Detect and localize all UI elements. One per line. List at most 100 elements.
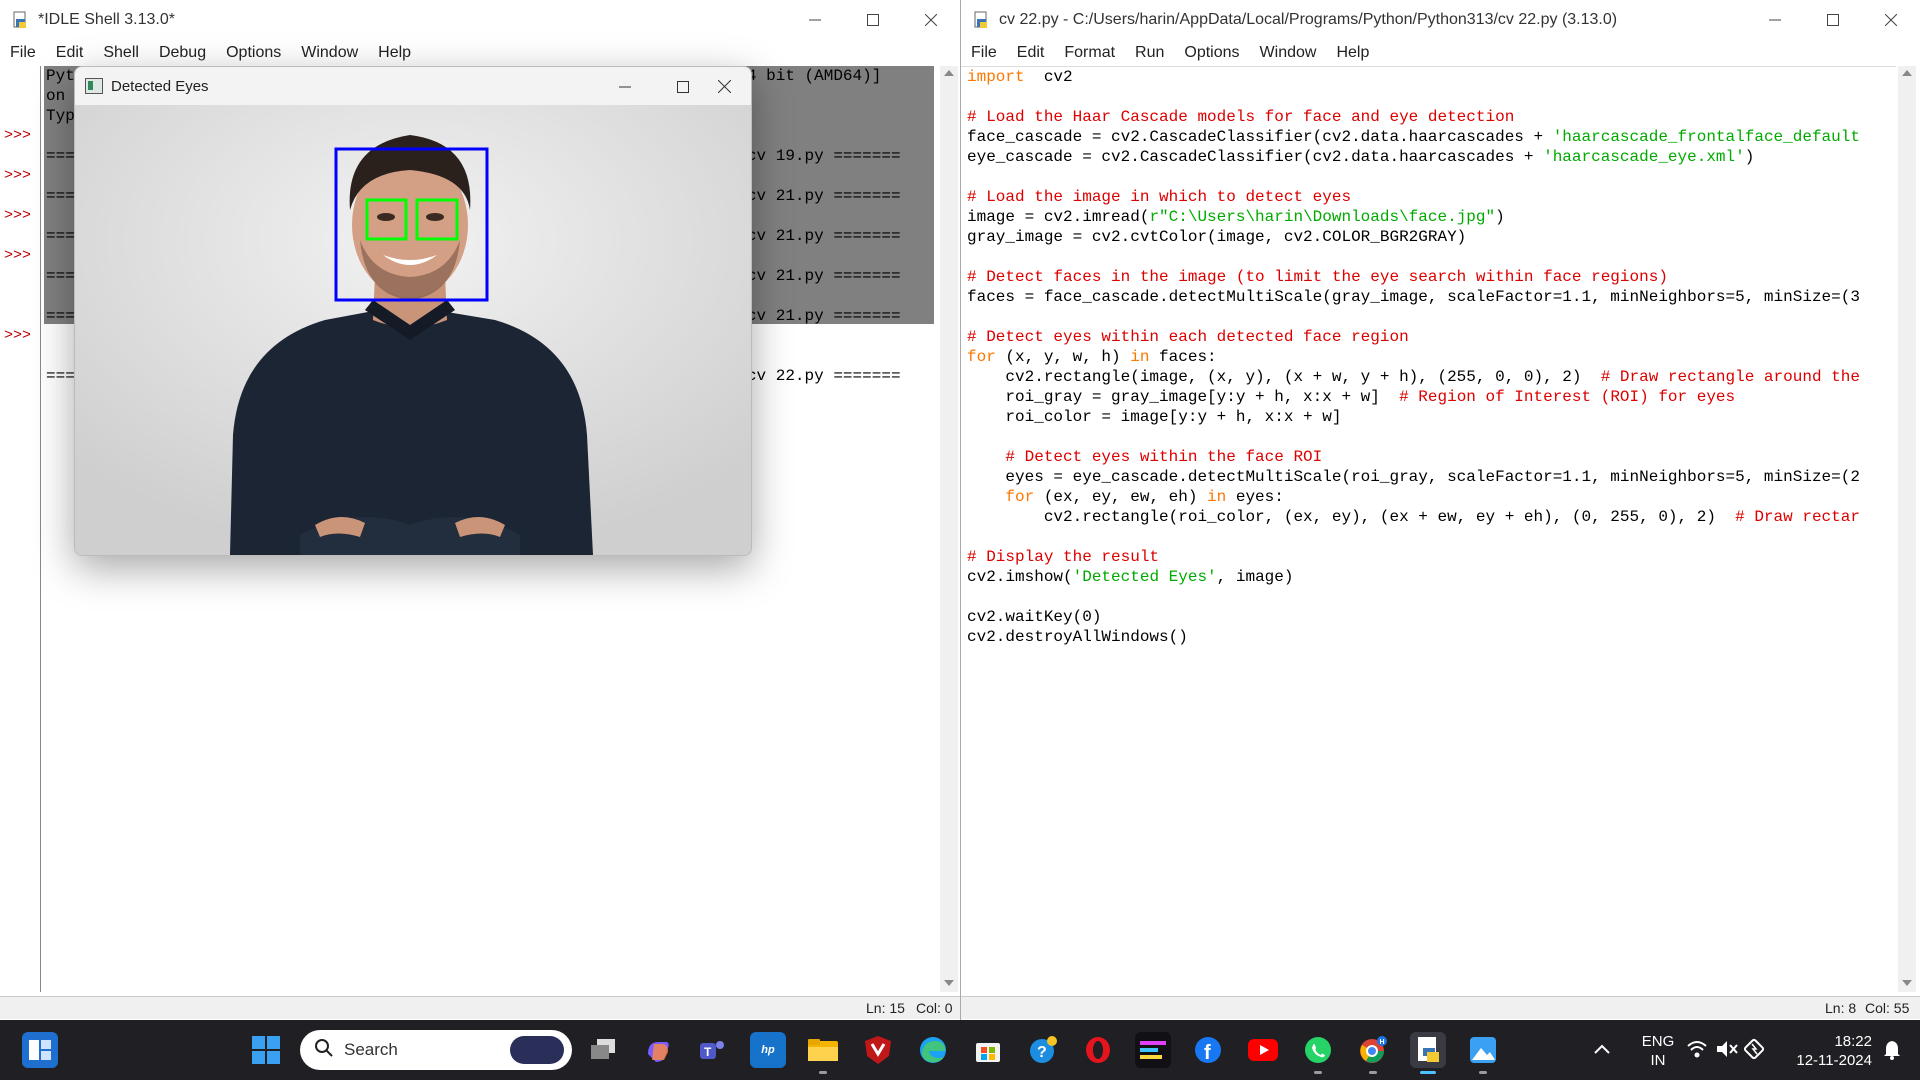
- opera-icon[interactable]: [1080, 1032, 1116, 1068]
- menu-help[interactable]: Help: [1326, 44, 1379, 62]
- prompt: >>>: [4, 247, 32, 264]
- code-line: # Detect eyes within the face ROI: [967, 447, 1860, 467]
- shell-titlebar[interactable]: *IDLE Shell 3.13.0*: [0, 0, 960, 40]
- prompt-gutter: >>> >>> >>> >>> >>>: [0, 66, 41, 992]
- file-explorer-icon[interactable]: [805, 1032, 841, 1074]
- menu-shell[interactable]: Shell: [93, 44, 149, 62]
- menu-window[interactable]: Window: [291, 44, 368, 62]
- facebook-icon[interactable]: f: [1190, 1032, 1226, 1068]
- close-button[interactable]: [902, 0, 960, 40]
- shell-menubar: File Edit Shell Debug Options Window Hel…: [0, 40, 960, 66]
- maximize-button[interactable]: [1804, 0, 1862, 40]
- code-token: roi_gray = gray_image[y:y + h, x:x + w]: [967, 388, 1400, 406]
- code-line: cv2.rectangle(image, (x, y), (x + w, y +…: [967, 367, 1860, 387]
- menu-options[interactable]: Options: [216, 44, 291, 62]
- code-line: eyes = eye_cascade.detectMultiScale(roi_…: [967, 467, 1860, 487]
- code-token: # Load the Haar Cascade models for face …: [967, 108, 1515, 126]
- whatsapp-icon[interactable]: [1300, 1032, 1336, 1074]
- prompt: >>>: [4, 167, 32, 184]
- menu-debug[interactable]: Debug: [149, 44, 216, 62]
- mcafee-icon[interactable]: [860, 1032, 896, 1068]
- clock[interactable]: 18:22 12-11-2024: [1780, 1032, 1872, 1070]
- code-token: in: [1207, 488, 1227, 506]
- menu-file[interactable]: File: [961, 44, 1007, 62]
- code-line: for (ex, ey, ew, eh) in eyes:: [967, 487, 1860, 507]
- myhp-icon[interactable]: hp: [750, 1032, 786, 1068]
- maximize-button[interactable]: [677, 80, 689, 97]
- code-token: cv2.rectangle(image, (x, y), (x + w, y +…: [967, 368, 1601, 386]
- scroll-down-arrow-icon[interactable]: [944, 980, 954, 986]
- menu-run[interactable]: Run: [1125, 44, 1174, 62]
- code-line: image = cv2.imread(r"C:\Users\harin\Down…: [967, 207, 1860, 227]
- editor-scrollbar[interactable]: [1898, 66, 1916, 992]
- code-token: cv2.imshow(: [967, 568, 1073, 586]
- code-token: faces = face_cascade.detectMultiScale(gr…: [967, 288, 1860, 306]
- minimize-button[interactable]: [786, 0, 844, 40]
- teams-icon[interactable]: T: [694, 1032, 730, 1068]
- edge-icon[interactable]: [915, 1032, 951, 1068]
- editor-statusbar: Ln: 8 Col: 55: [961, 996, 1920, 1019]
- language-indicator[interactable]: ENG IN: [1636, 1032, 1680, 1070]
- copilot-icon[interactable]: [640, 1032, 676, 1068]
- svg-text:T: T: [704, 1045, 712, 1059]
- widgets-icon[interactable]: [22, 1032, 58, 1068]
- code-token: # Display the result: [967, 548, 1160, 566]
- code-token: faces:: [1149, 348, 1217, 366]
- code-token: 'haarcascade_frontalface_default: [1552, 128, 1860, 146]
- taskbar: Search T hp ? f H ENG IN 18:22 12-11-202…: [0, 1020, 1920, 1080]
- close-button[interactable]: [717, 79, 732, 97]
- code-line: cv2.destroyAllWindows(): [967, 627, 1860, 647]
- menu-format[interactable]: Format: [1054, 44, 1125, 62]
- help-icon[interactable]: ?: [1025, 1032, 1061, 1068]
- region-label: IN: [1650, 1052, 1666, 1069]
- language-label: ENG: [1641, 1033, 1675, 1050]
- youtube-icon[interactable]: [1245, 1032, 1281, 1068]
- wifi-icon[interactable]: [1687, 1040, 1707, 1063]
- taskbar-search-box[interactable]: Search: [300, 1030, 572, 1070]
- shell-scrollbar[interactable]: [940, 66, 958, 992]
- close-button[interactable]: [1862, 0, 1920, 40]
- store-icon[interactable]: [970, 1032, 1006, 1068]
- popup-titlebar[interactable]: Detected Eyes: [75, 67, 751, 105]
- photos-icon[interactable]: [1465, 1032, 1501, 1074]
- minimize-button[interactable]: [619, 80, 631, 97]
- menu-file[interactable]: File: [0, 44, 46, 62]
- mute-icon[interactable]: [1716, 1040, 1738, 1063]
- menu-edit[interactable]: Edit: [46, 44, 94, 62]
- code-token: for: [967, 488, 1035, 506]
- scroll-up-arrow-icon[interactable]: [1902, 70, 1912, 76]
- clock-date: 12-11-2024: [1796, 1052, 1872, 1069]
- chevron-up-icon[interactable]: [1594, 1042, 1610, 1060]
- editor-window: cv 22.py - C:/Users/harin/AppData/Local/…: [961, 0, 1920, 1020]
- detected-image: [75, 105, 751, 555]
- code-editor[interactable]: import cv2 # Load the Haar Cascade models…: [961, 66, 1896, 993]
- menu-edit[interactable]: Edit: [1007, 44, 1055, 62]
- notification-bell-icon[interactable]: [1884, 1040, 1900, 1065]
- idle-app-icon[interactable]: [1135, 1032, 1171, 1068]
- menu-options[interactable]: Options: [1174, 44, 1249, 62]
- minimize-button[interactable]: [1746, 0, 1804, 40]
- code-token: cv2.waitKey(0): [967, 608, 1102, 626]
- code-line: cv2.imshow('Detected Eyes', image): [967, 567, 1860, 587]
- code-line: cv2.rectangle(roi_color, (ex, ey), (ex +…: [967, 507, 1860, 527]
- menu-help[interactable]: Help: [368, 44, 421, 62]
- battery-icon[interactable]: [1743, 1038, 1766, 1065]
- search-icon: [314, 1038, 334, 1063]
- scroll-down-arrow-icon[interactable]: [1902, 980, 1912, 986]
- taskview-icon[interactable]: [586, 1032, 622, 1068]
- code-line: eye_cascade = cv2.CascadeClassifier(cv2.…: [967, 147, 1860, 167]
- start-icon[interactable]: [248, 1032, 284, 1068]
- scroll-up-arrow-icon[interactable]: [944, 70, 954, 76]
- code-token: ): [1744, 148, 1755, 166]
- editor-title: cv 22.py - C:/Users/harin/AppData/Local/…: [999, 11, 1618, 28]
- chrome-icon[interactable]: H: [1355, 1032, 1391, 1074]
- menu-window[interactable]: Window: [1250, 44, 1327, 62]
- editor-titlebar[interactable]: cv 22.py - C:/Users/harin/AppData/Local/…: [961, 0, 1920, 40]
- maximize-button[interactable]: [844, 0, 902, 40]
- python-editor-icon[interactable]: [1410, 1032, 1446, 1074]
